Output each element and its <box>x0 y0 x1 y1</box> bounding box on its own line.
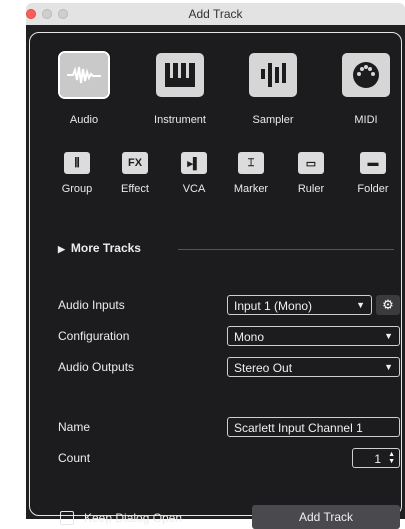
track-type-effect-label: Effect <box>121 183 149 195</box>
track-type-sampler-label: Sampler <box>252 114 294 126</box>
more-tracks-label: More Tracks <box>70 241 141 255</box>
track-type-folder-label: Folder <box>357 183 389 195</box>
disclosure-triangle-icon: ▶ <box>58 244 65 254</box>
divider <box>178 249 394 250</box>
audio-inputs-value: Input 1 (Mono) <box>234 299 313 313</box>
track-type-instrument-label: Instrument <box>154 114 206 126</box>
track-type-group-label: Group <box>61 183 93 195</box>
track-type-marker[interactable]: ⌶ <box>238 152 264 174</box>
track-type-ruler-label: Ruler <box>297 183 325 195</box>
count-label: Count <box>58 451 91 465</box>
configuration-select[interactable]: Mono ▼ <box>227 326 400 346</box>
title-bar: Add Track <box>26 3 405 26</box>
dropdown-caret-icon: ▼ <box>356 300 365 310</box>
configuration-label: Configuration <box>58 329 130 343</box>
add-track-window: Add Track Audio Instrument Sampler MIDI … <box>26 3 405 529</box>
fx-icon: FX <box>127 157 143 169</box>
audio-inputs-select[interactable]: Input 1 (Mono) ▼ <box>227 295 372 315</box>
track-type-audio[interactable] <box>58 51 110 99</box>
more-tracks-toggle[interactable]: ▶ More Tracks <box>58 241 141 255</box>
track-type-group[interactable]: ⫼ <box>64 152 90 174</box>
audio-outputs-label: Audio Outputs <box>58 360 135 374</box>
stepper-arrows-icon[interactable]: ▲ ▼ <box>388 451 395 465</box>
vca-icon: ▸▌ <box>187 157 201 170</box>
audio-inputs-label: Audio Inputs <box>58 298 125 312</box>
track-type-midi-label: MIDI <box>354 114 378 126</box>
track-type-marker-label: Marker <box>233 183 269 195</box>
dropdown-caret-icon: ▼ <box>384 331 393 341</box>
marker-icon: ⌶ <box>247 156 255 169</box>
count-value: 1 <box>374 452 381 466</box>
configuration-value: Mono <box>234 330 265 344</box>
track-type-vca-label: VCA <box>182 183 206 195</box>
count-stepper[interactable]: 1 ▲ ▼ <box>352 448 400 468</box>
piano-keys-icon <box>165 63 195 87</box>
ruler-icon: ▭ <box>305 157 317 170</box>
audio-outputs-value: Stereo Out <box>234 361 293 375</box>
dropdown-caret-icon: ▼ <box>384 362 393 372</box>
track-type-vca[interactable]: ▸▌ <box>181 152 207 174</box>
waveform-icon <box>67 66 101 84</box>
keep-dialog-open-checkbox[interactable] <box>60 511 74 525</box>
gear-icon: ⚙ <box>382 297 394 312</box>
midi-port-icon <box>353 62 379 88</box>
add-track-panel: Audio Instrument Sampler MIDI ⫼ Group FX… <box>29 32 402 529</box>
track-type-sampler[interactable] <box>249 53 297 97</box>
name-input[interactable]: Scarlett Input Channel 1 <box>227 417 400 437</box>
track-type-effect[interactable]: FX <box>122 152 148 174</box>
audio-inputs-settings-button[interactable]: ⚙ <box>376 295 400 315</box>
track-type-ruler[interactable]: ▭ <box>298 152 324 174</box>
keep-dialog-open-label: Keep Dialog Open <box>84 511 183 525</box>
sampler-bars-icon <box>261 63 286 87</box>
folder-icon: ▬ <box>367 157 379 169</box>
track-type-midi[interactable] <box>342 53 390 97</box>
name-label: Name <box>58 420 91 434</box>
track-type-folder[interactable]: ▬ <box>360 152 386 174</box>
audio-outputs-select[interactable]: Stereo Out ▼ <box>227 357 400 377</box>
window-title: Add Track <box>188 7 243 21</box>
track-type-audio-label: Audio <box>69 114 99 126</box>
group-icon: ⫼ <box>74 156 80 169</box>
track-type-instrument[interactable] <box>156 53 204 97</box>
add-track-button[interactable]: Add Track <box>252 505 400 529</box>
